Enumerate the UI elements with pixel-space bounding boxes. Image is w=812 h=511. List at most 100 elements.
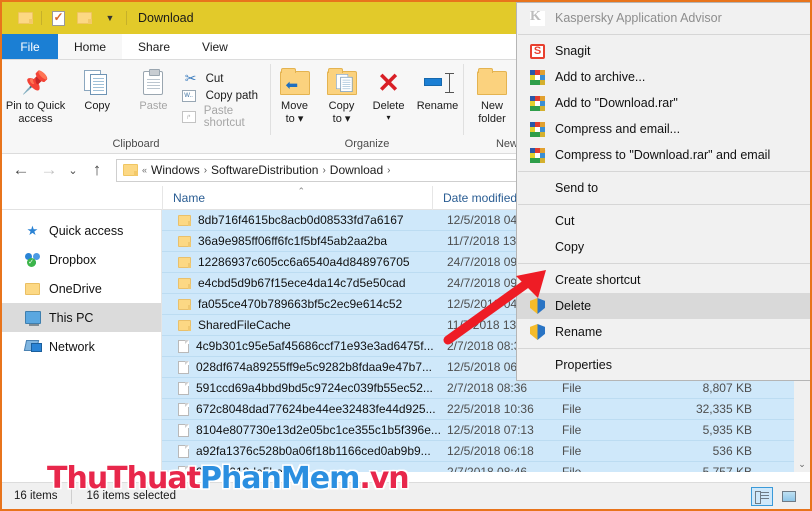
column-label: Name — [173, 191, 205, 205]
forward-button[interactable]: → — [36, 158, 62, 182]
overflow-chevron-icon[interactable]: « — [142, 165, 147, 175]
menu-item-delete[interactable]: Delete — [517, 293, 811, 319]
window-title: Download — [138, 11, 194, 25]
tab-home[interactable]: Home — [58, 34, 122, 59]
folder-icon — [178, 299, 191, 310]
sidebar-item-label: Dropbox — [49, 253, 96, 267]
file-size-cell: 536 KB — [667, 444, 752, 458]
pin-to-quick-access-button[interactable]: 📌 Pin to Quick access — [2, 66, 69, 125]
menu-item-cut[interactable]: Cut — [517, 208, 811, 234]
menu-item-send-to[interactable]: Send to — [517, 175, 811, 201]
paste-shortcut-icon: ↱ — [182, 111, 198, 123]
tab-view[interactable]: View — [186, 34, 244, 59]
file-name-cell: SharedFileCache — [162, 318, 447, 332]
copy-path-button[interactable]: W.. Copy path — [182, 90, 270, 102]
new-folder-button[interactable]: New folder — [464, 66, 520, 125]
sidebar-item-label: Network — [49, 340, 95, 354]
button-label: Copy — [329, 100, 355, 113]
menu-item-rename[interactable]: Rename — [517, 319, 811, 345]
divider — [518, 171, 810, 172]
table-row[interactable]: 8104e807730e13d2e05bc1ce355c1b5f396e... … — [162, 420, 810, 441]
move-to-button[interactable]: ⬅ Move to ▾ — [271, 66, 318, 125]
file-name-cell: 8104e807730e13d2e05bc1ce355c1b5f396e... — [162, 423, 447, 437]
sidebar-item-quick-access[interactable]: ★ Quick access — [2, 216, 161, 245]
menu-item-add-to-archive[interactable]: Add to archive... — [517, 64, 811, 90]
menu-item-add-to-download-rar[interactable]: Add to "Download.rar" — [517, 90, 811, 116]
divider — [518, 34, 810, 35]
table-row[interactable]: a92fa1376c528b0a06f18b1166ced0ab9b9... 1… — [162, 441, 810, 462]
copy-button[interactable]: Copy — [69, 66, 125, 113]
menu-item-compress-to-download-rar-and-email[interactable]: Compress to "Download.rar" and email — [517, 142, 811, 168]
menu-item-label: Add to "Download.rar" — [555, 96, 678, 110]
menu-item-label: Cut — [555, 214, 574, 228]
rename-button[interactable]: Rename — [412, 66, 463, 113]
menu-item-label: Properties — [555, 358, 612, 372]
file-type-cell: File — [562, 423, 667, 437]
scroll-down-icon[interactable]: ⌄ — [794, 456, 810, 472]
folder-icon[interactable] — [12, 7, 38, 29]
table-row[interactable]: 672c8048dad77624be44ee32483fe44d925... 2… — [162, 399, 810, 420]
column-header-name[interactable]: ⌃ Name — [162, 186, 432, 210]
file-name-cell: fa055ce470b789663bf5c2ec9e614c52 — [162, 297, 447, 311]
breadcrumb-windows[interactable]: Windows — [151, 163, 200, 177]
file-date-cell: 2/7/2018 08:36 — [447, 381, 562, 395]
recent-locations-button[interactable]: ⌄ — [64, 158, 82, 182]
chevron-right-icon[interactable]: › — [322, 165, 325, 176]
column-label: Date modified — [443, 191, 517, 205]
tab-file[interactable]: File — [2, 34, 58, 59]
chevron-down-icon[interactable]: ▾ — [387, 113, 391, 122]
new-folder-icon[interactable] — [71, 7, 97, 29]
group-name-organize: Organize — [271, 138, 463, 153]
paste-button[interactable]: Paste — [125, 66, 181, 113]
chevron-down-icon[interactable]: ▼ — [97, 7, 123, 29]
details-view-button[interactable] — [751, 487, 773, 506]
sort-ascending-icon: ⌃ — [298, 186, 306, 197]
shield-icon — [529, 298, 546, 315]
file-name-cell: 4c9b301c95e5af45686ccf71e93e3ad6475f... — [162, 339, 447, 353]
delete-button[interactable]: ✕ Delete ▾ — [365, 66, 412, 122]
properties-icon[interactable] — [45, 7, 71, 29]
breadcrumb-download[interactable]: Download — [330, 163, 383, 177]
sidebar-item-onedrive[interactable]: OneDrive — [2, 274, 161, 303]
chevron-right-icon[interactable]: › — [204, 165, 207, 176]
folder-icon — [178, 257, 191, 268]
sidebar-item-label: This PC — [49, 311, 93, 325]
context-menu[interactable]: Kaspersky Application Advisor S Snagit A… — [516, 2, 812, 381]
onedrive-folder-icon — [24, 281, 41, 297]
button-label-2: folder — [478, 113, 506, 126]
menu-item-compress-and-email[interactable]: Compress and email... — [517, 116, 811, 142]
menu-item-label: Kaspersky Application Advisor — [555, 11, 722, 25]
ribbon-group-organize: ⬅ Move to ▾ Copy to ▾ ✕ Delete ▾ Rename — [271, 60, 463, 153]
large-icons-view-button[interactable] — [778, 487, 800, 506]
cut-button[interactable]: ✂ Cut — [182, 70, 270, 87]
menu-item-snagit[interactable]: S Snagit — [517, 38, 811, 64]
table-row[interactable]: 591ccd69a4bbd9bd5c9724ec039fb55ec52... 2… — [162, 378, 810, 399]
sidebar-item-this-pc[interactable]: This PC — [2, 303, 161, 332]
menu-item-create-shortcut[interactable]: Create shortcut — [517, 267, 811, 293]
menu-item-copy[interactable]: Copy — [517, 234, 811, 260]
divider — [518, 204, 810, 205]
sidebar-item-network[interactable]: Network — [2, 332, 161, 361]
scissors-icon: ✂ — [182, 70, 200, 87]
back-button[interactable]: ← — [8, 158, 34, 182]
group-name-clipboard: Clipboard — [2, 138, 270, 153]
menu-item-label: Send to — [555, 181, 598, 195]
copy-to-button[interactable]: Copy to ▾ — [318, 66, 365, 125]
chevron-right-icon[interactable]: › — [387, 165, 390, 176]
file-icon — [178, 403, 189, 416]
menu-item-properties[interactable]: Properties — [517, 352, 811, 378]
snagit-icon: S — [529, 43, 546, 60]
file-icon — [178, 361, 189, 374]
sidebar-item-dropbox[interactable]: ✓ Dropbox — [2, 245, 161, 274]
winrar-icon — [529, 69, 546, 86]
file-date-cell: 12/5/2018 06:18 — [447, 444, 562, 458]
breadcrumb-softwaredistribution[interactable]: SoftwareDistribution — [211, 163, 318, 177]
tab-share[interactable]: Share — [122, 34, 186, 59]
divider — [41, 11, 42, 25]
paste-shortcut-button[interactable]: ↱ Paste shortcut — [182, 105, 270, 129]
file-icon — [178, 340, 189, 353]
file-name-cell: 672c8048dad77624be44ee32483fe44d925... — [162, 402, 447, 416]
file-size-cell: 32,335 KB — [667, 402, 752, 416]
menu-item-kaspersky-application-advisor[interactable]: Kaspersky Application Advisor — [517, 5, 811, 31]
up-button[interactable]: ↑ — [84, 158, 110, 182]
